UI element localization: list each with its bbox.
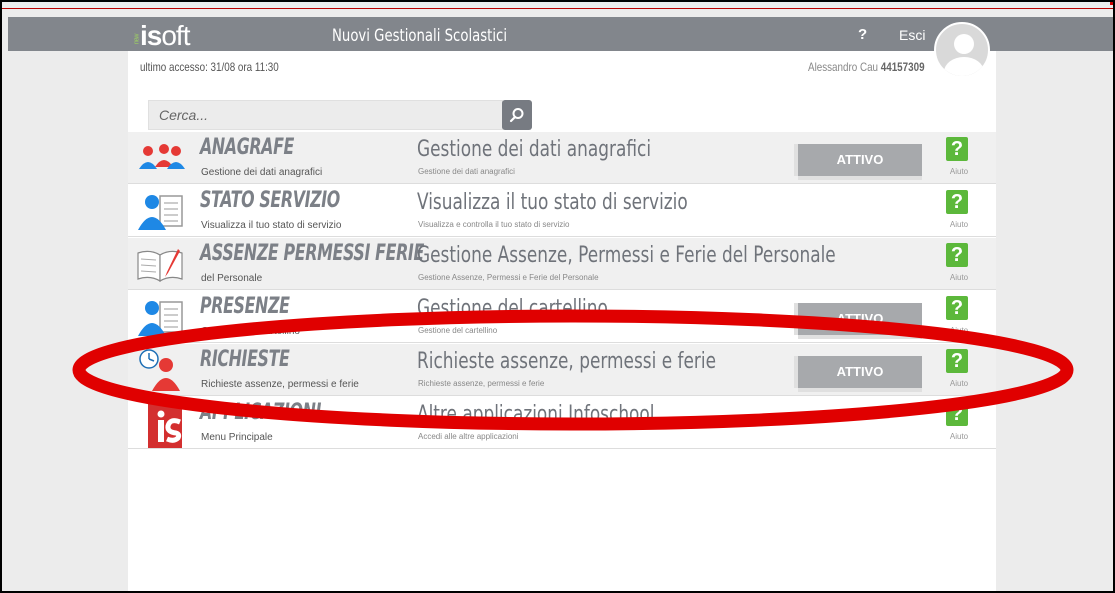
app-title-text: Gestione dei dati anagrafici	[417, 137, 652, 162]
status-badge: ATTIVO	[798, 144, 922, 176]
help-label: Aiuto	[949, 379, 969, 388]
app-name: APPLICAZIONI	[200, 400, 322, 425]
help-button[interactable]: ?	[858, 26, 867, 43]
app-subtitle: Gestione dei dati anagrafici	[201, 167, 323, 178]
app-description: Richieste assenze, permessi e ferie	[418, 379, 545, 388]
app-name: ASSENZE PERMESSI FERIE	[200, 241, 424, 266]
help-label: Aiuto	[949, 167, 969, 176]
screenshot-frame: new isoft Nuovi Gestionali Scolastici ? E…	[0, 0, 1115, 593]
app-title-text: Richieste assenze, permessi e ferie	[417, 349, 717, 374]
logo-rest: oft	[161, 20, 190, 51]
help-icon[interactable]: ?	[946, 402, 968, 426]
app-subtitle: del Personale	[201, 273, 263, 284]
app-title-text: Visualizza il tuo stato di servizio	[417, 190, 688, 215]
help-icon[interactable]: ?	[946, 243, 968, 267]
user-code: 44157309	[880, 60, 925, 74]
help-icon[interactable]: ?	[946, 137, 968, 161]
app-title-text: Altre applicazioni Infoschool	[417, 402, 655, 427]
top-divider	[2, 8, 1113, 9]
isoft-logo[interactable]: new isoft	[133, 20, 190, 52]
app-title: Nuovi Gestionali Scolastici	[332, 26, 508, 46]
book-pen-icon	[136, 243, 186, 285]
app-subtitle: Visualizza il tuo stato di servizio	[201, 220, 342, 231]
user-card-icon	[136, 190, 186, 232]
app-description: Gestione del cartellino	[418, 326, 498, 335]
help-icon[interactable]: ?	[946, 296, 968, 320]
help-icon[interactable]: ?	[946, 190, 968, 214]
app-description: Gestione Assenze, Permessi e Ferie del P…	[418, 273, 599, 282]
logo-is: is	[140, 20, 162, 51]
help-label: Aiuto	[949, 273, 969, 282]
app-description: Gestione dei dati anagrafici	[418, 167, 515, 176]
app-row-applicazioni[interactable]: APPLICAZIONI Menu Principale Altre appli…	[128, 397, 996, 449]
app-row-presenze[interactable]: PRESENZE Gestione del cartellino Gestion…	[128, 291, 996, 343]
app-row-stato-servizio[interactable]: STATO SERVIZIO Visualizza il tuo stato d…	[128, 185, 996, 237]
app-row-assenze[interactable]: ASSENZE PERMESSI FERIE del Personale Ges…	[128, 238, 996, 290]
help-label: Aiuto	[949, 432, 969, 441]
avatar-head	[954, 34, 974, 54]
help-label: Aiuto	[949, 326, 969, 335]
user-info: Alessandro Cau 44157309	[808, 60, 925, 74]
app-name: PRESENZE	[200, 294, 290, 319]
app-subtitle: Menu Principale	[201, 432, 273, 443]
app-description: Visualizza e controlla il tuo stato di s…	[418, 220, 570, 229]
app-row-richieste[interactable]: RICHIESTE Richieste assenze, permessi e …	[128, 344, 996, 396]
search-button[interactable]	[502, 100, 532, 130]
app-subtitle: Richieste assenze, permessi e ferie	[201, 379, 359, 390]
infoschool-icon	[136, 402, 186, 448]
app-row-anagrafe[interactable]: ANAGRAFE Gestione dei dati anagrafici Ge…	[128, 132, 996, 184]
app-name: RICHIESTE	[200, 347, 290, 372]
user-card-icon	[136, 296, 186, 338]
help-label: Aiuto	[949, 220, 969, 229]
search-input[interactable]	[149, 101, 489, 129]
status-badge: ATTIVO	[798, 303, 922, 335]
logo-new-label: new	[133, 34, 141, 45]
clock-user-icon	[136, 349, 186, 391]
app-title-text: Gestione del cartellino	[417, 296, 608, 321]
user-avatar[interactable]	[934, 22, 990, 78]
corner-mark	[1110, 2, 1113, 5]
user-name: Alessandro Cau	[808, 60, 879, 74]
app-name: ANAGRAFE	[200, 135, 294, 160]
app-title-text: Gestione Assenze, Permessi e Ferie del P…	[417, 243, 836, 268]
app-subtitle: Gestione del cartellino	[201, 326, 300, 337]
people-icon	[136, 137, 186, 179]
search-box	[148, 100, 503, 130]
app-description: Accedi alle altre applicazioni	[418, 432, 519, 441]
last-access-text: ultimo accesso: 31/08 ora 11:30	[140, 60, 279, 74]
logout-link[interactable]: Esci	[899, 27, 925, 43]
help-icon[interactable]: ?	[946, 349, 968, 373]
status-badge: ATTIVO	[798, 356, 922, 388]
search-icon	[509, 108, 524, 123]
app-name: STATO SERVIZIO	[200, 188, 340, 213]
avatar-body	[944, 57, 984, 76]
